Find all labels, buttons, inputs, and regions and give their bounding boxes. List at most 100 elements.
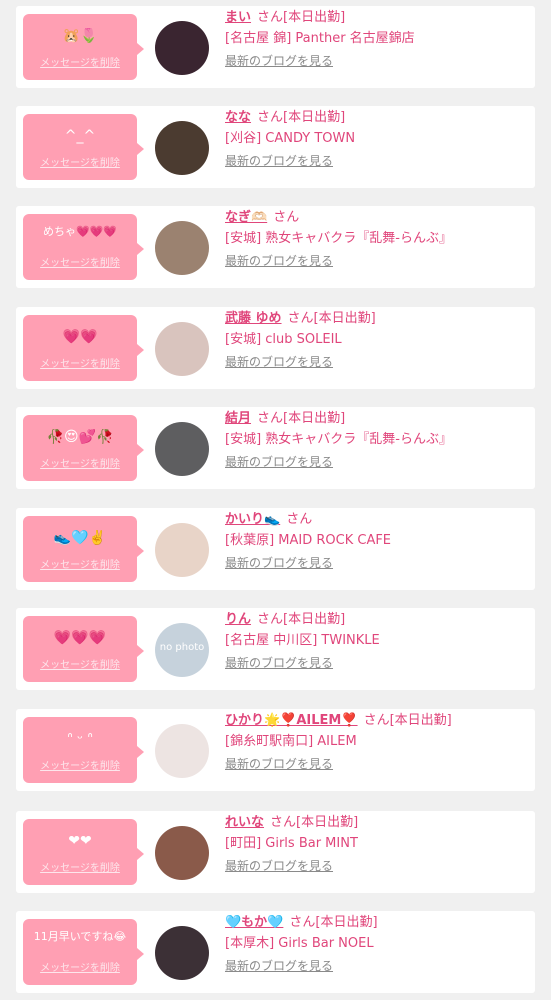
avatar[interactable] [155, 121, 209, 175]
message-text: 👟🩵✌️ [53, 530, 107, 546]
shop-name: [刈谷] CANDY TOWN [225, 131, 356, 146]
work-status: [本日出勤] [283, 110, 346, 125]
honorific: さん [273, 210, 300, 225]
delete-message-link[interactable]: メッセージを削除 [23, 556, 137, 571]
favorite-cast-list: 🐹🌷 メッセージを削除 まい さん[本日出勤] [名古屋 錦] Panther 名古屋錦… [0, 0, 551, 1000]
honorific: さん [257, 10, 284, 25]
latest-blog-link[interactable]: 最新のブログを見る [225, 354, 333, 370]
latest-blog-link[interactable]: 最新のブログを見る [225, 253, 333, 269]
message-bubble: 11月早いですね😂 メッセージを削除 [23, 919, 144, 985]
cast-card: 11月早いですね😂 メッセージを削除 🩵もか🩵 さん[本日出勤] [本厚木] Girls… [16, 911, 535, 993]
message-bubble: ❤❤ メッセージを削除 [23, 819, 144, 885]
cast-name-link[interactable]: なな [225, 110, 251, 125]
cast-card: 🐹🌷 メッセージを削除 まい さん[本日出勤] [名古屋 錦] Panther 名古屋錦… [16, 6, 535, 88]
message-text: 💗💗💗 [53, 630, 107, 646]
cast-info: かいり👟 さん [秋葉原] MAID ROCK CAFE 最新のブログを見る [225, 511, 529, 571]
message-text: 💗💗 [62, 329, 98, 345]
latest-blog-link[interactable]: 最新のブログを見る [225, 858, 333, 874]
avatar[interactable] [155, 422, 209, 476]
shop-name: [名古屋 錦] Panther 名古屋錦店 [225, 31, 415, 46]
message-bubble: 👟🩵✌️ メッセージを削除 [23, 516, 144, 582]
latest-blog-link[interactable]: 最新のブログを見る [225, 958, 333, 974]
avatar[interactable] [155, 221, 209, 275]
cast-name-link[interactable]: りん [225, 612, 251, 627]
shop-name: [本厚木] Girls Bar NOEL [225, 936, 374, 951]
cast-info: ひかり🌟❣️AILEM❣️ さん[本日出勤] [錦糸町駅南口] AILEM 最新のブロ… [225, 712, 529, 772]
shop-name: [安城] club SOLEIL [225, 332, 342, 347]
honorific: さん [257, 612, 284, 627]
honorific: さん [363, 713, 390, 728]
cast-info: まい さん[本日出勤] [名古屋 錦] Panther 名古屋錦店 最新のブログを見る [225, 9, 529, 69]
avatar[interactable] [155, 826, 209, 880]
delete-message-link[interactable]: メッセージを削除 [23, 54, 137, 69]
message-bubble: 🥀😍💕🥀 メッセージを削除 [23, 415, 144, 481]
honorific: さん [289, 915, 316, 930]
avatar[interactable]: no photo [155, 623, 209, 677]
delete-message-link[interactable]: メッセージを削除 [23, 154, 137, 169]
avatar[interactable] [155, 322, 209, 376]
latest-blog-link[interactable]: 最新のブログを見る [225, 555, 333, 571]
work-status: [本日出勤] [283, 10, 346, 25]
message-text: めちゃ💗💗💗 [42, 225, 118, 238]
cast-card: 💗💗 メッセージを削除 武藤 ゆめ さん[本日出勤] [安城] club SOLEIL 最… [16, 307, 535, 389]
cast-name-link[interactable]: 武藤 ゆめ [225, 311, 282, 326]
latest-blog-link[interactable]: 最新のブログを見る [225, 756, 333, 772]
avatar[interactable] [155, 21, 209, 75]
message-text: ^_^ [64, 128, 96, 144]
cast-info: 武藤 ゆめ さん[本日出勤] [安城] club SOLEIL 最新のブログを見る [225, 310, 529, 370]
delete-message-link[interactable]: メッセージを削除 [23, 757, 137, 772]
cast-card: ^_^ メッセージを削除 なな さん[本日出勤] [刈谷] CANDY TOWN 最新のブ… [16, 106, 535, 188]
cast-name-link[interactable]: なぎ🫶🏻 [225, 210, 267, 225]
cast-info: れいな さん[本日出勤] [町田] Girls Bar MINT 最新のブログを見る [225, 814, 529, 874]
cast-info: りん さん[本日出勤] [名古屋 中川区] TWINKLE 最新のブログを見る [225, 611, 529, 671]
shop-name: [秋葉原] MAID ROCK CAFE [225, 533, 392, 548]
message-text: 11月早いですね😂 [33, 930, 127, 943]
message-text: ᐢ ᵕ ᐢ [67, 731, 93, 747]
honorific: さん [286, 512, 313, 527]
cast-name-link[interactable]: 🩵もか🩵 [225, 915, 283, 930]
cast-info: 🩵もか🩵 さん[本日出勤] [本厚木] Girls Bar NOEL 最新のブログを見… [225, 914, 529, 974]
work-status: [本日出勤] [313, 311, 376, 326]
honorific: さん [257, 411, 284, 426]
message-bubble: 🐹🌷 メッセージを削除 [23, 14, 144, 80]
cast-name-link[interactable]: ひかり🌟❣️AILEM❣️ [225, 713, 358, 728]
delete-message-link[interactable]: メッセージを削除 [23, 656, 137, 671]
shop-name: [安城] 熟女キャバクラ『乱舞-らんぶ』 [225, 432, 452, 447]
cast-card: ᐢ ᵕ ᐢ メッセージを削除 ひかり🌟❣️AILEM❣️ さん[本日出勤] [錦糸町駅南… [16, 709, 535, 791]
cast-name-link[interactable]: れいな [225, 815, 264, 830]
honorific: さん [287, 311, 314, 326]
cast-name-link[interactable]: まい [225, 10, 251, 25]
message-bubble: ^_^ メッセージを削除 [23, 114, 144, 180]
cast-card: 👟🩵✌️ メッセージを削除 かいり👟 さん [秋葉原] MAID ROCK CAFE 最新… [16, 508, 535, 590]
cast-name-link[interactable]: かいり👟 [225, 512, 280, 527]
shop-name: [安城] 熟女キャバクラ『乱舞-らんぶ』 [225, 231, 452, 246]
shop-name: [名古屋 中川区] TWINKLE [225, 633, 380, 648]
avatar[interactable] [155, 724, 209, 778]
delete-message-link[interactable]: メッセージを削除 [23, 355, 137, 370]
delete-message-link[interactable]: メッセージを削除 [23, 859, 137, 874]
work-status: [本日出勤] [296, 815, 359, 830]
latest-blog-link[interactable]: 最新のブログを見る [225, 655, 333, 671]
cast-name-link[interactable]: 結月 [225, 411, 251, 426]
shop-name: [町田] Girls Bar MINT [225, 836, 358, 851]
shop-name: [錦糸町駅南口] AILEM [225, 734, 357, 749]
message-bubble: 💗💗 メッセージを削除 [23, 315, 144, 381]
latest-blog-link[interactable]: 最新のブログを見る [225, 153, 333, 169]
work-status: [本日出勤] [315, 915, 378, 930]
latest-blog-link[interactable]: 最新のブログを見る [225, 454, 333, 470]
delete-message-link[interactable]: メッセージを削除 [23, 959, 137, 974]
cast-card: ❤❤ メッセージを削除 れいな さん[本日出勤] [町田] Girls Bar MINT… [16, 811, 535, 893]
avatar[interactable] [155, 523, 209, 577]
avatar[interactable] [155, 926, 209, 980]
no-photo-text: no photo [159, 642, 205, 653]
delete-message-link[interactable]: メッセージを削除 [23, 254, 137, 269]
message-text: ❤❤ [68, 833, 92, 849]
message-text: 🐹🌷 [62, 28, 98, 44]
cast-info: 結月 さん[本日出勤] [安城] 熟女キャバクラ『乱舞-らんぶ』 最新のブログを見る [225, 410, 529, 470]
cast-card: めちゃ💗💗💗 メッセージを削除 なぎ🫶🏻 さん [安城] 熟女キャバクラ『乱舞-らんぶ』… [16, 206, 535, 288]
latest-blog-link[interactable]: 最新のブログを見る [225, 53, 333, 69]
message-bubble: ᐢ ᵕ ᐢ メッセージを削除 [23, 717, 144, 783]
delete-message-link[interactable]: メッセージを削除 [23, 455, 137, 470]
cast-card: 💗💗💗 メッセージを削除 no photo りん さん[本日出勤] [名古屋 中川区] T… [16, 608, 535, 690]
honorific: さん [257, 110, 284, 125]
